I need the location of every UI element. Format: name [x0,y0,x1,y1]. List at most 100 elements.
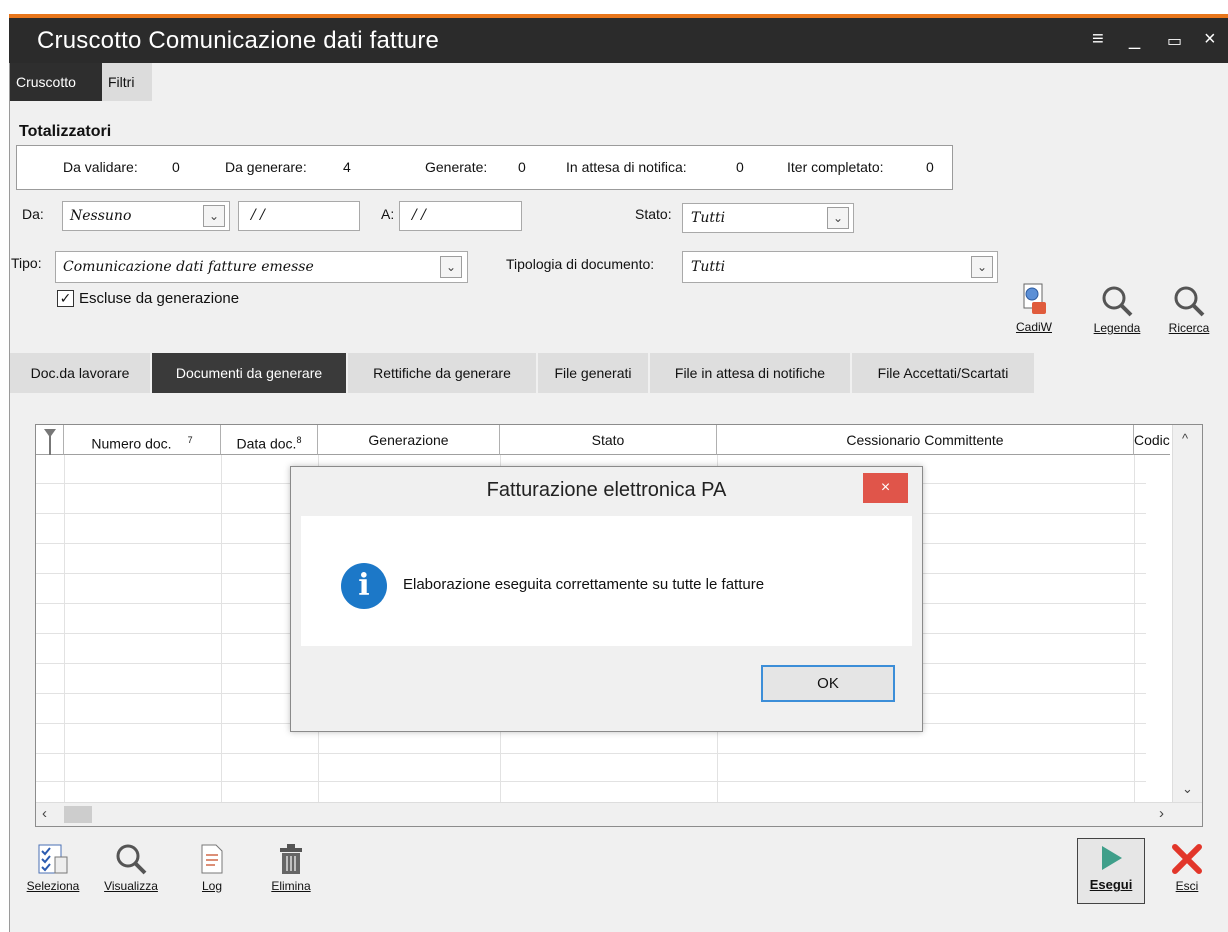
da-select-value: Nessuno [70,208,132,224]
da-generare-label: Da generare: [225,159,307,175]
chevron-down-icon[interactable]: ⌄ [1182,781,1193,797]
visualizza-button[interactable]: Visualizza [96,843,166,893]
ok-button[interactable]: OK [761,665,895,702]
esegui-label: Esegui [1089,877,1133,892]
da-select[interactable]: Nessuno ⌄ [62,201,230,231]
ricerca-button[interactable]: Ricerca [1160,285,1218,335]
generate-label: Generate: [425,159,488,175]
stato-select-value: Tutti [691,210,726,226]
totalizzatori-panel: Da validare: 0 Da generare: 4 Generate: … [16,145,953,190]
generate-value: 0 [518,159,526,175]
tipologia-label: Tipologia di documento: [506,256,655,272]
info-icon: i [341,563,387,609]
minimize-icon[interactable]: _ [1129,28,1140,51]
tab-file-in-attesa[interactable]: File in attesa di notifiche [650,353,850,393]
seleziona-label: Seleziona [26,879,80,893]
stato-select[interactable]: Tutti ⌄ [682,203,854,233]
col-data-doc-label: Data doc. [236,435,297,452]
close-icon [1172,844,1202,874]
tipologia-select[interactable]: Tutti ⌄ [682,251,998,283]
maximize-icon[interactable]: ▭ [1167,31,1182,51]
date-from-field[interactable]: / / [238,201,360,231]
trash-icon [280,844,302,874]
tab-cruscotto[interactable]: Cruscotto [10,63,102,101]
tab-file-accettati-scartati[interactable]: File Accettati/Scartati [852,353,1034,393]
visualizza-label: Visualizza [104,879,158,893]
tab-doc-da-lavorare[interactable]: Doc.da lavorare [10,353,150,393]
chevron-down-icon[interactable]: ⌄ [971,256,993,278]
stato-label: Stato: [635,206,672,222]
tipologia-select-value: Tutti [691,259,726,275]
search-icon [116,844,147,875]
date-to-field[interactable]: / / [399,201,522,231]
tab-documenti-da-generare[interactable]: Documenti da generare [152,353,346,393]
in-attesa-value: 0 [736,159,744,175]
log-button[interactable]: Log [190,843,234,893]
da-validare-label: Da validare: [63,159,138,175]
log-label: Log [201,879,223,893]
esci-label: Esci [1175,879,1199,893]
filter-icon [43,429,56,455]
search-icon [1174,286,1205,317]
in-attesa-label: In attesa di notifica: [566,159,687,175]
menu-icon[interactable]: ≡ [1092,28,1104,51]
dialog-title: Fatturazione elettronica PA [486,479,727,501]
scroll-thumb[interactable] [64,806,92,823]
filter-header[interactable] [36,425,64,455]
col-stato[interactable]: Stato [500,425,717,455]
col-numero-doc-label: Numero doc. [91,435,172,452]
checklist-icon [38,844,68,874]
ricerca-label: Ricerca [1168,321,1210,335]
chevron-down-icon[interactable]: ⌄ [440,256,462,278]
iter-completato-value: 0 [926,159,934,175]
tipo-label: Tipo: [11,255,42,271]
dialog-message: Elaborazione eseguita correttamente su t… [403,576,765,593]
play-icon [1102,846,1122,870]
cadiw-icon [1023,283,1046,314]
da-validare-value: 0 [172,159,180,175]
chevron-up-icon[interactable]: ^ [1182,431,1188,446]
chevron-down-icon[interactable]: ⌄ [203,205,225,227]
a-label: A: [381,206,395,222]
message-dialog: Fatturazione elettronica PA × i Elaboraz… [290,466,923,732]
tab-file-generati[interactable]: File generati [538,353,648,393]
vertical-scrollbar[interactable]: ^ ⌄ [1172,425,1202,803]
da-generare-value: 4 [343,159,351,175]
close-icon[interactable]: × [1204,28,1216,51]
date-from-value: / / [251,207,265,223]
sort-mark: 8 [296,435,302,445]
chevron-right-icon[interactable]: › [1159,805,1164,822]
col-data-doc[interactable]: Data doc.8 [221,425,318,455]
tab-rettifiche-da-generare[interactable]: Rettifiche da generare [348,353,536,393]
col-numero-doc[interactable]: Numero doc. 7 [64,425,221,455]
cadiw-button[interactable]: CadiW [1012,282,1056,334]
escluse-label: Escluse da generazione [79,290,240,307]
elimina-label: Elimina [271,879,311,893]
legenda-label: Legenda [1093,321,1141,335]
chevron-left-icon[interactable]: ‹ [42,805,47,822]
search-icon [1102,286,1133,317]
da-label: Da: [22,206,44,222]
tipo-select-value: Comunicazione dati fatture emesse [63,259,314,275]
iter-completato-label: Iter completato: [787,159,884,175]
escluse-checkbox[interactable]: ✓ [57,290,74,307]
esci-button[interactable]: Esci [1162,843,1212,893]
elimina-button[interactable]: Elimina [262,843,320,893]
document-icon [201,844,223,874]
dialog-body: i Elaborazione eseguita correttamente su… [301,516,912,646]
tipo-select[interactable]: Comunicazione dati fatture emesse ⌄ [55,251,468,283]
horizontal-scrollbar[interactable]: ‹ › [36,802,1202,826]
chevron-down-icon[interactable]: ⌄ [827,207,849,229]
legenda-button[interactable]: Legenda [1088,285,1146,335]
col-generazione[interactable]: Generazione [318,425,500,455]
col-codice[interactable]: Codic [1134,425,1170,455]
col-cessionario[interactable]: Cessionario Committente [717,425,1134,455]
window-title: Cruscotto Comunicazione dati fatture [37,27,440,54]
date-to-value: / / [412,207,426,223]
sort-mark: 7 [187,435,193,445]
esegui-button[interactable]: Esegui [1077,838,1145,904]
dialog-close-button[interactable]: × [863,473,908,503]
tab-filtri[interactable]: Filtri [102,63,152,101]
seleziona-button[interactable]: Seleziona [23,843,83,893]
title-bar: Cruscotto Comunicazione dati fatture ≡ _… [9,18,1228,63]
